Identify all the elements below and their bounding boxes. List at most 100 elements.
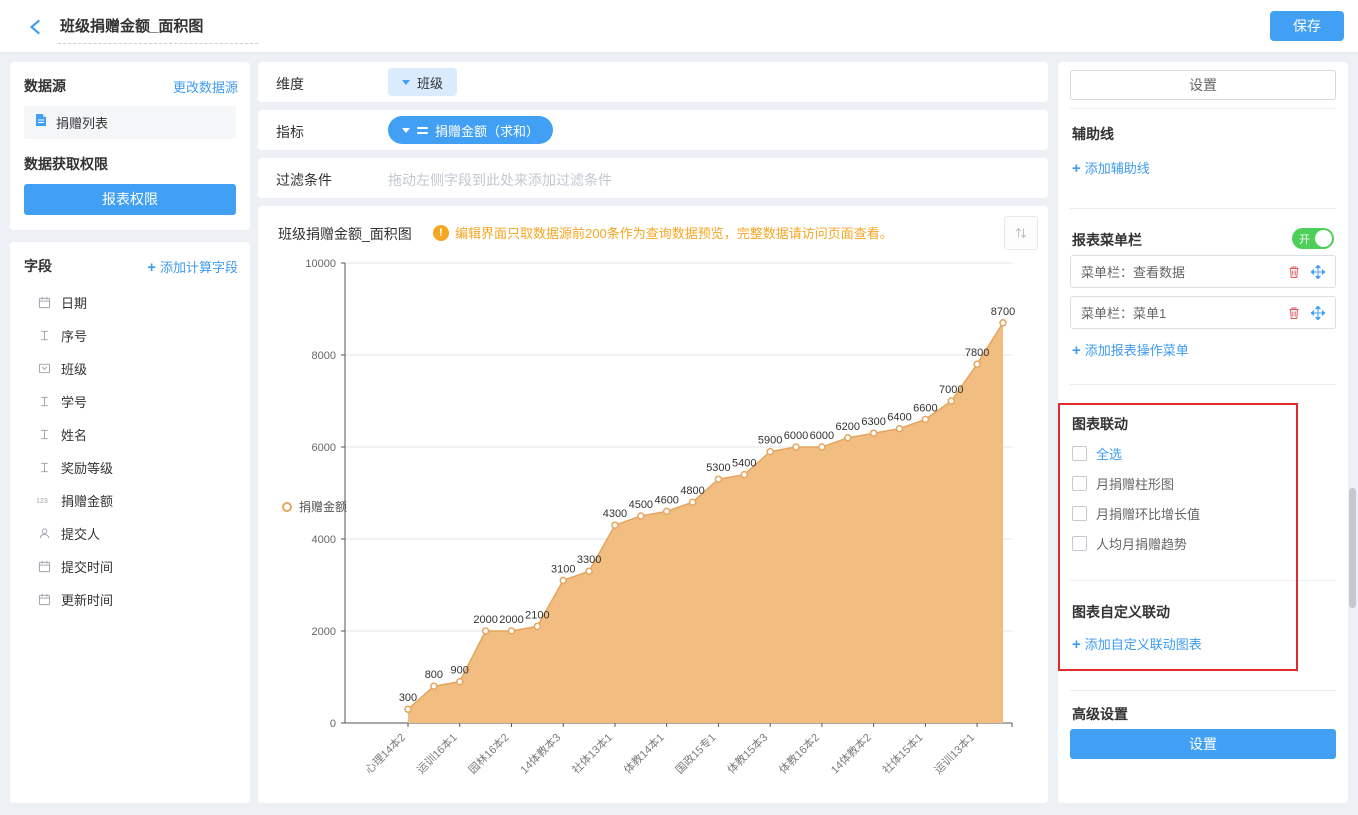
field-item[interactable]: 学号: [10, 385, 250, 418]
svg-text:2100: 2100: [525, 609, 549, 621]
topbar: 班级捐赠金额_面积图 保存: [0, 0, 1358, 52]
filter-dropzone[interactable]: 拖动左侧字段到此处来添加过滤条件: [388, 170, 612, 190]
toggle-knob-icon: [1315, 230, 1332, 247]
settings-panel: 设置 辅助线 +添加辅助线 报表菜单栏 开 菜单栏：查看数据菜单栏：菜单1 +添…: [1058, 62, 1348, 803]
calendar-icon: [36, 560, 52, 573]
add-custom-linkage-link[interactable]: +添加自定义联动图表: [1072, 634, 1202, 653]
svg-text:心理14本2: 心理14本2: [362, 730, 408, 776]
report-menubar-toggle[interactable]: 开: [1292, 228, 1334, 249]
svg-text:6300: 6300: [861, 416, 885, 428]
svg-text:4500: 4500: [629, 499, 653, 511]
svg-text:6600: 6600: [913, 402, 937, 414]
datasource-item-label: 捐赠列表: [56, 113, 108, 132]
move-icon[interactable]: [1311, 265, 1325, 279]
sort-button[interactable]: [1004, 216, 1038, 250]
linkage-option-label: 月捐赠柱形图: [1096, 474, 1174, 493]
change-datasource-link[interactable]: 更改数据源: [173, 77, 238, 96]
svg-text:300: 300: [399, 692, 417, 704]
svg-text:社体13本1: 社体13本1: [569, 730, 615, 776]
field-label: 序号: [61, 326, 87, 345]
dimension-label: 维度: [276, 74, 304, 94]
field-item[interactable]: 日期: [10, 286, 250, 319]
field-item[interactable]: 序号: [10, 319, 250, 352]
linkage-option[interactable]: 月捐赠柱形图: [1072, 474, 1174, 493]
metric-label: 指标: [276, 122, 304, 142]
metric-row: 指标 捐赠金额（求和）: [258, 110, 1048, 150]
toggle-on-label: 开: [1299, 231, 1310, 247]
svg-text:运训13本1: 运训13本1: [931, 730, 977, 776]
svg-text:900: 900: [451, 665, 469, 677]
svg-text:123: 123: [36, 497, 48, 505]
checkbox-icon[interactable]: [1072, 476, 1087, 491]
svg-text:4000: 4000: [312, 534, 336, 546]
save-button[interactable]: 保存: [1270, 11, 1344, 41]
svg-text:5400: 5400: [732, 458, 756, 470]
plus-icon: +: [1072, 160, 1081, 177]
svg-text:3300: 3300: [577, 554, 601, 566]
aux-line-heading: 辅助线: [1072, 124, 1114, 144]
metric-tag[interactable]: 捐赠金额（求和）: [388, 116, 553, 144]
fields-heading: 字段: [24, 256, 52, 276]
advanced-settings-button[interactable]: 设置: [1070, 729, 1336, 759]
chart-settings-button[interactable]: 设置: [1070, 70, 1336, 100]
page-title[interactable]: 班级捐赠金额_面积图: [58, 15, 258, 44]
datasource-panel: 数据源 更改数据源 捐赠列表 数据获取权限 报表权限: [10, 62, 250, 230]
svg-text:5300: 5300: [706, 462, 730, 474]
field-item[interactable]: 提交人: [10, 517, 250, 550]
warning-icon: !: [433, 225, 449, 241]
field-item[interactable]: 提交时间: [10, 550, 250, 583]
checkbox-icon[interactable]: [1072, 506, 1087, 521]
field-item[interactable]: 123 捐赠金额: [10, 484, 250, 517]
scrollbar-thumb[interactable]: [1349, 488, 1356, 608]
calendar-icon: [36, 593, 52, 606]
field-item[interactable]: 姓名: [10, 418, 250, 451]
checkbox-icon[interactable]: [1072, 446, 1087, 461]
filter-row: 过滤条件 拖动左侧字段到此处来添加过滤条件: [258, 158, 1048, 198]
plus-icon: +: [1072, 342, 1081, 359]
svg-text:14体教本2: 14体教本2: [828, 730, 874, 776]
text-icon: [36, 461, 52, 474]
svg-text:园林16本2: 园林16本2: [465, 730, 511, 776]
linkage-option[interactable]: 月捐赠环比增长值: [1072, 504, 1200, 523]
menubar-item-label: 菜单栏：查看数据: [1081, 262, 1277, 281]
svg-text:7800: 7800: [965, 347, 989, 359]
field-label: 日期: [61, 293, 87, 312]
select-all-checkbox[interactable]: 全选: [1072, 444, 1122, 463]
linkage-option[interactable]: 人均月捐赠趋势: [1072, 534, 1187, 553]
text-icon: [36, 395, 52, 408]
menubar-item[interactable]: 菜单栏：查看数据: [1070, 255, 1336, 288]
dimension-tag-label: 班级: [417, 73, 443, 92]
checkbox-icon[interactable]: [1072, 536, 1087, 551]
trash-icon[interactable]: [1287, 306, 1301, 320]
svg-text:7000: 7000: [939, 384, 963, 396]
field-label: 更新时间: [61, 590, 113, 609]
back-icon[interactable]: [26, 17, 46, 37]
chevron-down-icon: [402, 128, 410, 133]
add-report-menu-link[interactable]: +添加报表操作菜单: [1072, 340, 1189, 359]
add-aux-line-link[interactable]: +添加辅助线: [1072, 158, 1150, 177]
trash-icon[interactable]: [1287, 265, 1301, 279]
move-icon[interactable]: [1311, 306, 1325, 320]
calendar-icon: [36, 296, 52, 309]
svg-text:10000: 10000: [305, 258, 336, 270]
datasource-item[interactable]: 捐赠列表: [24, 106, 236, 139]
svg-text:8000: 8000: [312, 350, 336, 362]
permission-heading: 数据获取权限: [24, 154, 108, 174]
area-chart[interactable]: 0200040006000800010000300800900200020002…: [258, 246, 1048, 802]
number-icon: 123: [36, 494, 52, 507]
dimension-tag[interactable]: 班级: [388, 68, 457, 96]
advanced-settings-heading: 高级设置: [1072, 704, 1128, 724]
field-item[interactable]: 班级: [10, 352, 250, 385]
linkage-option-label: 月捐赠环比增长值: [1096, 504, 1200, 523]
field-label: 捐赠金额: [61, 491, 113, 510]
report-permission-button[interactable]: 报表权限: [24, 184, 236, 215]
svg-text:体教16本2: 体教16本2: [776, 730, 822, 776]
field-item[interactable]: 更新时间: [10, 583, 250, 616]
divider: [1070, 208, 1336, 209]
add-calc-field-link[interactable]: +添加计算字段: [147, 257, 238, 276]
svg-text:体教14本1: 体教14本1: [621, 730, 667, 776]
field-item[interactable]: 奖励等级: [10, 451, 250, 484]
divider: [1070, 580, 1336, 581]
menubar-item[interactable]: 菜单栏：菜单1: [1070, 296, 1336, 329]
svg-text:8700: 8700: [991, 306, 1015, 318]
